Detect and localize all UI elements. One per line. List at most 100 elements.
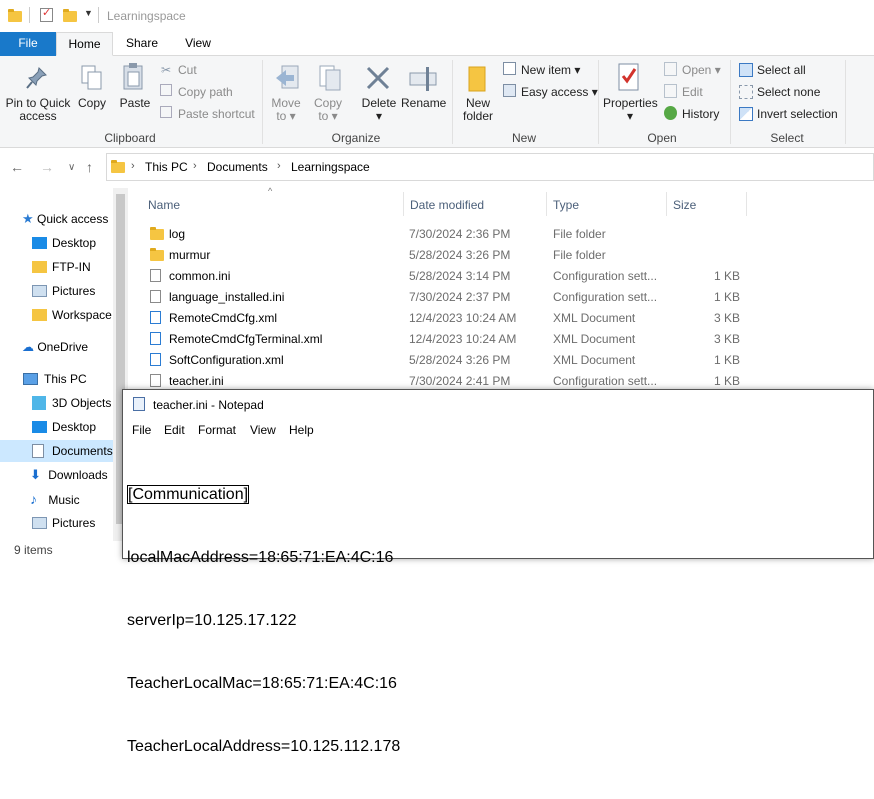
nav-item-pictures-2[interactable]: Pictures xyxy=(30,512,114,534)
delete-button[interactable]: Delete ▾ xyxy=(358,97,400,123)
menu-format[interactable]: Format xyxy=(198,423,236,437)
nav-item-3d-objects[interactable]: 3D Objects xyxy=(30,392,114,414)
ribbon-tabs: File Home Share View xyxy=(0,32,874,56)
cube-icon xyxy=(32,396,46,410)
file-size: 1 KB xyxy=(713,353,740,367)
edit-button[interactable]: Edit xyxy=(682,85,703,99)
pin-to-quick-access-button[interactable]: Pin to Quick access xyxy=(4,97,72,123)
invert-selection-button[interactable]: Invert selection xyxy=(757,107,838,121)
new-item-button[interactable]: New item ▾ xyxy=(521,63,580,77)
paste-shortcut-button[interactable]: Paste shortcut xyxy=(178,107,255,121)
qa-dropdown-icon[interactable]: ▼ xyxy=(84,8,93,18)
easy-access-button[interactable]: Easy access ▾ xyxy=(521,85,598,99)
file-name: language_installed.ini xyxy=(169,290,285,304)
column-header-type[interactable]: Type xyxy=(553,198,579,212)
nav-item-music[interactable]: ♪ Music xyxy=(30,488,114,510)
notepad-text-area[interactable]: [Communication] localMacAddress=18:65:71… xyxy=(127,442,400,799)
desktop-icon xyxy=(32,421,47,433)
pc-icon xyxy=(23,373,38,385)
tab-share[interactable]: Share xyxy=(118,32,166,56)
forward-arrow-icon[interactable]: → xyxy=(40,159,54,175)
menu-file[interactable]: File xyxy=(132,423,151,437)
breadcrumb-learningspace[interactable]: Learningspace xyxy=(291,160,370,174)
star-icon: ★ xyxy=(22,211,34,226)
nav-item-ftp-in[interactable]: FTP-IN xyxy=(30,256,114,278)
nav-item-documents[interactable]: Documents xyxy=(0,440,114,462)
file-date: 5/28/2024 3:14 PM xyxy=(409,269,511,283)
file-row[interactable]: log 7/30/2024 2:36 PM File folder xyxy=(140,223,750,244)
column-divider[interactable] xyxy=(403,192,404,216)
cut-button[interactable]: Cut xyxy=(178,63,197,77)
column-header-date-modified[interactable]: Date modified xyxy=(410,198,484,212)
rename-button[interactable]: Rename xyxy=(401,97,446,110)
breadcrumb-this-pc[interactable]: This PC xyxy=(145,160,188,174)
recent-dropdown-icon[interactable]: ∨ xyxy=(68,162,75,173)
file-size: 3 KB xyxy=(713,332,740,346)
column-divider[interactable] xyxy=(666,192,667,216)
select-none-button[interactable]: Select none xyxy=(757,85,820,99)
menu-view[interactable]: View xyxy=(250,423,276,437)
window-title: Learningspace xyxy=(107,9,186,23)
breadcrumb-documents[interactable]: Documents xyxy=(207,160,268,174)
column-divider[interactable] xyxy=(746,192,747,216)
new-folder-icon xyxy=(468,66,486,92)
file-row[interactable]: murmur 5/28/2024 3:26 PM File folder xyxy=(140,244,750,265)
file-row[interactable]: RemoteCmdCfg.xml 12/4/2023 10:24 AM XML … xyxy=(140,307,750,328)
group-label-select: Select xyxy=(770,131,804,145)
file-row[interactable]: common.ini 5/28/2024 3:14 PM Configurati… xyxy=(140,265,750,286)
column-divider[interactable] xyxy=(546,192,547,216)
move-to-icon xyxy=(276,65,299,89)
paste-button[interactable]: Paste xyxy=(117,97,153,110)
pictures-icon xyxy=(32,517,47,529)
tab-file[interactable]: File xyxy=(0,32,56,56)
copy-to-button[interactable]: Copy to ▾ xyxy=(310,97,346,123)
tab-view[interactable]: View xyxy=(174,32,222,56)
folder-icon xyxy=(32,309,47,321)
pin-icon xyxy=(26,67,47,89)
nav-item-desktop[interactable]: Desktop xyxy=(30,232,114,254)
notepad-window[interactable]: teacher.ini - Notepad File Edit Format V… xyxy=(122,389,874,755)
file-type: File folder xyxy=(553,248,606,262)
nav-item-downloads[interactable]: ⬇ Downloads xyxy=(30,464,114,486)
up-arrow-icon[interactable]: ↑ xyxy=(86,159,93,175)
nav-item-onedrive[interactable]: ☁ OneDrive xyxy=(22,336,114,358)
copy-path-button[interactable]: Copy path xyxy=(178,85,233,99)
file-type: XML Document xyxy=(553,332,636,346)
notepad-icon xyxy=(133,397,145,411)
nav-item-desktop-2[interactable]: Desktop xyxy=(30,416,114,438)
menu-edit[interactable]: Edit xyxy=(164,423,185,437)
folder-icon xyxy=(8,9,22,22)
properties-button[interactable]: Properties ▾ xyxy=(603,97,658,123)
back-arrow-icon[interactable]: ← xyxy=(10,159,24,175)
open-button[interactable]: Open ▾ xyxy=(682,63,721,77)
divider xyxy=(845,60,846,144)
file-row[interactable]: RemoteCmdCfgTerminal.xml 12/4/2023 10:24… xyxy=(140,328,750,349)
delete-icon xyxy=(366,66,390,90)
folder-icon xyxy=(111,160,125,173)
group-label-open: Open xyxy=(647,131,677,145)
new-item-icon xyxy=(503,62,516,75)
nav-item-workspace[interactable]: Workspace xyxy=(30,304,114,326)
nav-item-quick-access[interactable]: ★ Quick access xyxy=(22,208,114,230)
move-to-button[interactable]: Move to ▾ xyxy=(268,97,304,123)
tab-home[interactable]: Home xyxy=(56,32,113,56)
navigation-pane: ★ Quick access Desktop FTP-IN Pictures W… xyxy=(0,186,128,541)
file-row[interactable]: teacher.ini 7/30/2024 2:41 PM Configurat… xyxy=(140,370,750,391)
divider xyxy=(598,60,599,144)
nav-item-this-pc[interactable]: This PC xyxy=(22,368,114,390)
edit-icon xyxy=(664,84,677,98)
column-header-name[interactable]: Name xyxy=(148,198,180,212)
select-all-button[interactable]: Select all xyxy=(757,63,806,77)
new-folder-button[interactable]: New folder xyxy=(458,97,498,123)
copy-button[interactable]: Copy xyxy=(76,97,108,110)
file-row[interactable]: language_installed.ini 7/30/2024 2:37 PM… xyxy=(140,286,750,307)
file-size: 1 KB xyxy=(713,290,740,304)
new-folder-qa-icon[interactable] xyxy=(63,9,77,22)
nav-item-pictures[interactable]: Pictures xyxy=(30,280,114,302)
column-header-size[interactable]: Size xyxy=(673,198,696,212)
history-button[interactable]: History xyxy=(682,107,719,121)
properties-qa-icon[interactable]: ✓ xyxy=(40,7,53,22)
menu-help[interactable]: Help xyxy=(289,423,314,437)
file-date: 7/30/2024 2:37 PM xyxy=(409,290,511,304)
file-row[interactable]: SoftConfiguration.xml 5/28/2024 3:26 PM … xyxy=(140,349,750,370)
